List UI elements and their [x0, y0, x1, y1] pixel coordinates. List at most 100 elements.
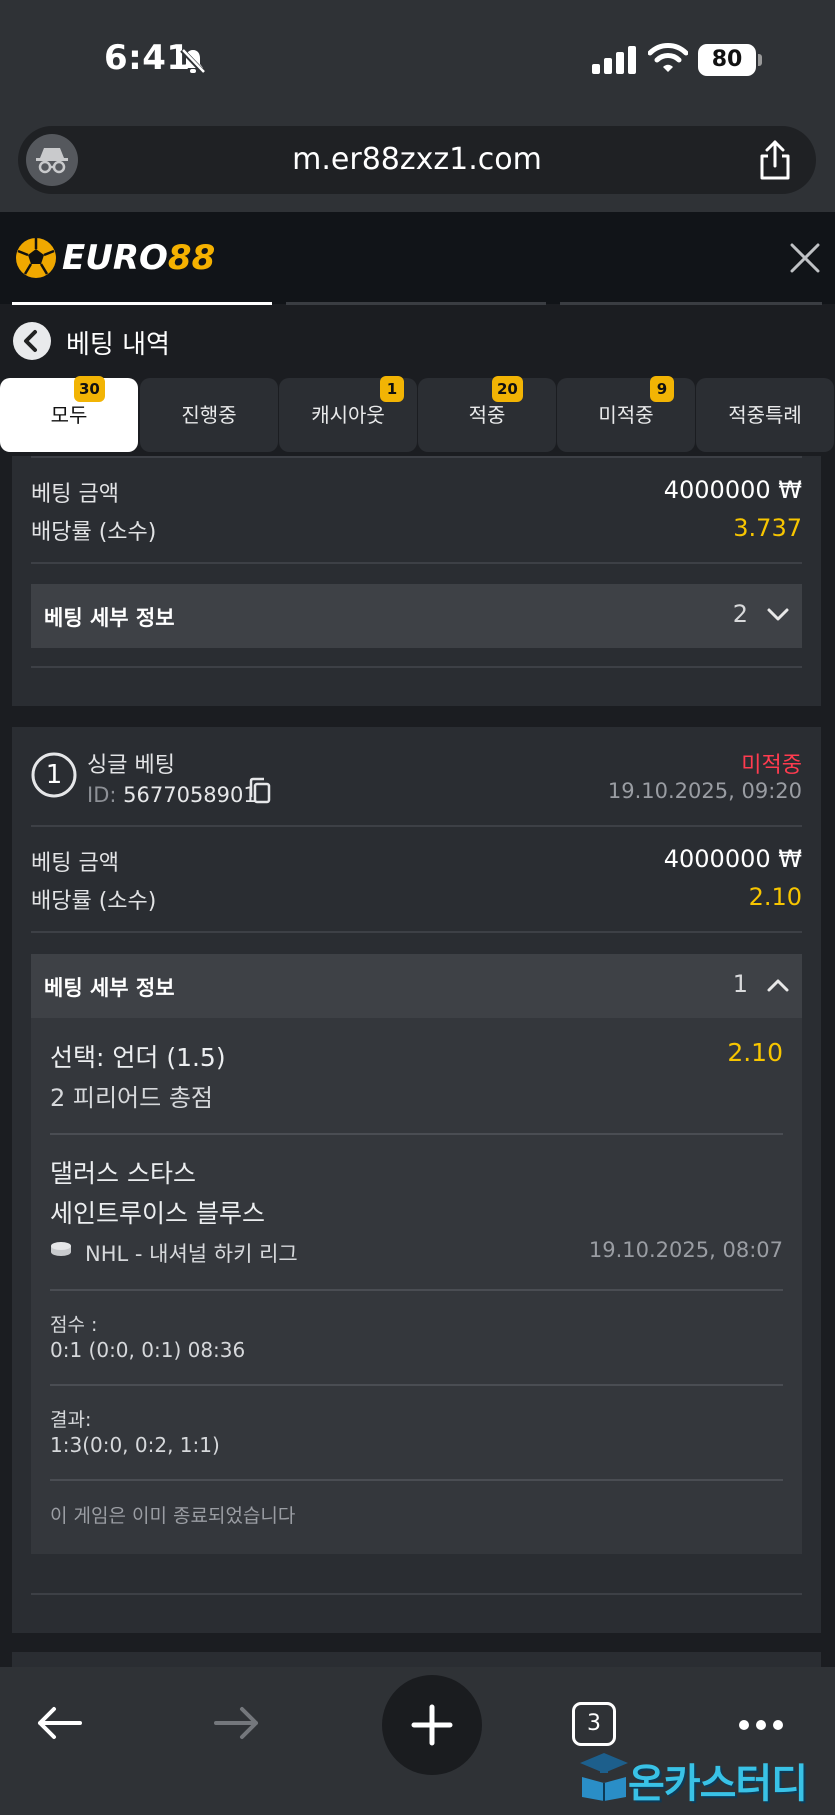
odds-label: 배당률 (소수)	[31, 520, 157, 545]
site-header: EURO88	[0, 212, 835, 304]
bet-id-value: 5677058901	[123, 783, 257, 807]
event-datetime: 19.10.2025, 08:07	[588, 1238, 783, 1262]
score-value: 0:1 (0:0, 0:1) 08:36	[50, 1338, 246, 1362]
hockey-puck-icon	[50, 1240, 72, 1262]
result-value: 1:3(0:0, 0:2, 1:1)	[50, 1433, 220, 1457]
bet-details-panel: 선택: 언더 (1.5) 2.10 2 피리어드 총점 댈러스 스타스 세인트루…	[31, 1018, 802, 1554]
url-text[interactable]: m.er88zxz1.com	[18, 126, 816, 194]
divider	[31, 562, 802, 564]
back-icon[interactable]	[36, 1705, 82, 1745]
tab-label: 미적중	[598, 403, 654, 427]
incognito-icon[interactable]	[26, 134, 78, 186]
count-badge: 9	[650, 376, 674, 402]
bet-details-toggle[interactable]: 베팅 세부 정보 2	[31, 584, 802, 648]
tab-lost[interactable]: 미적중 9	[557, 376, 695, 452]
tab-label: 진행중	[181, 403, 237, 427]
details-count: 1	[732, 970, 748, 998]
odds-value: 3.737	[733, 514, 802, 542]
tab-label: 캐시아웃	[311, 403, 385, 427]
divider	[50, 1289, 783, 1291]
close-icon[interactable]	[789, 242, 821, 278]
score-label: 점수 :	[50, 1314, 98, 1336]
bet-card: 1 싱글 베팅 ID: 5677058901 미적중 19.10.2025, 0…	[12, 727, 821, 1633]
battery-icon: 80	[698, 44, 756, 76]
address-bar[interactable]: m.er88zxz1.com	[18, 126, 816, 194]
logo-number: 88	[167, 238, 216, 278]
graduation-book-icon	[578, 1751, 630, 1805]
battery-level: 80	[711, 47, 743, 72]
tab-label: 모두	[50, 403, 88, 427]
bet-card: 베팅 금액 4000000 ₩ 배당률 (소수) 3.737 베팅 세부 정보 …	[12, 456, 821, 706]
wifi-icon	[647, 42, 689, 78]
divider	[50, 1479, 783, 1481]
watermark-text: 온카스터디	[628, 1761, 808, 1807]
browser-toolbar: m.er88zxz1.com	[0, 122, 835, 212]
chevron-down-icon	[766, 606, 790, 628]
soccer-ball-icon	[14, 236, 58, 284]
tab-label: 적중	[468, 403, 506, 427]
game-ended-note: 이 게임은 이미 종료되었습니다	[50, 1505, 296, 1527]
site-logo[interactable]: EURO88	[62, 238, 215, 278]
bet-id-label: ID:	[87, 783, 117, 807]
page-title: 베팅 내역	[66, 330, 170, 360]
bet-details-toggle[interactable]: 베팅 세부 정보 1	[31, 954, 802, 1018]
count-badge: 20	[492, 376, 523, 402]
bet-number: 1	[45, 760, 63, 790]
tab-cashout[interactable]: 캐시아웃 1	[279, 376, 417, 452]
team-away: 세인트루이스 블루스	[50, 1199, 265, 1228]
tab-count: 3	[587, 1711, 601, 1736]
divider	[31, 825, 802, 827]
filter-tabs: 모두 30 진행중 캐시아웃 1 적중 20 미적중 9 적중특례	[0, 376, 835, 454]
details-label: 베팅 세부 정보	[44, 606, 175, 630]
bet-datetime: 19.10.2025, 09:20	[607, 779, 802, 803]
more-icon[interactable]	[738, 1717, 784, 1736]
odds-value: 2.10	[748, 883, 802, 911]
forward-icon[interactable]	[214, 1705, 260, 1745]
header-tab-indicator-active	[12, 302, 272, 305]
new-tab-icon[interactable]	[382, 1675, 482, 1775]
market: 2 피리어드 총점	[50, 1084, 214, 1112]
tabs-icon[interactable]: 3	[572, 1702, 616, 1746]
odds-label: 배당률 (소수)	[31, 889, 157, 914]
divider	[31, 1593, 802, 1595]
tab-won[interactable]: 적중 20	[418, 376, 556, 452]
stake-label: 베팅 금액	[31, 851, 119, 876]
league: NHL - 내셔널 하키 리그	[85, 1242, 298, 1266]
count-badge: 30	[74, 376, 105, 402]
tab-in-progress[interactable]: 진행중	[140, 378, 278, 452]
browser-bottom-bar: 3 온카스터디	[0, 1667, 835, 1815]
divider	[50, 1384, 783, 1386]
signal-bars-icon	[592, 44, 636, 78]
share-icon[interactable]	[758, 140, 792, 184]
divider	[31, 666, 802, 668]
details-label: 베팅 세부 정보	[44, 976, 175, 1000]
bell-slash-icon	[178, 46, 208, 80]
bet-number-icon: 1	[30, 751, 78, 803]
page-header: 베팅 내역	[0, 306, 835, 372]
bet-id: ID: 5677058901	[87, 783, 257, 807]
divider	[31, 456, 802, 458]
stake-value: 4000000 ₩	[663, 845, 802, 873]
stake-label: 베팅 금액	[31, 482, 119, 507]
chevron-up-icon	[766, 976, 790, 998]
logo-euro: EURO	[62, 238, 168, 278]
back-arrow-icon[interactable]	[13, 322, 51, 360]
divider	[31, 931, 802, 933]
status-badge: 미적중	[741, 753, 802, 778]
result-label: 결과:	[50, 1409, 92, 1431]
team-home: 댈러스 스타스	[50, 1159, 196, 1188]
divider	[50, 1133, 783, 1135]
selection: 선택: 언더 (1.5)	[50, 1043, 226, 1072]
tab-special[interactable]: 적중특례	[696, 378, 834, 452]
header-tab-indicator	[286, 302, 546, 305]
tab-all[interactable]: 모두 30	[0, 376, 138, 452]
copy-icon[interactable]	[248, 777, 272, 809]
bet-type: 싱글 베팅	[87, 753, 175, 778]
tab-label: 적중특례	[728, 403, 802, 427]
details-count: 2	[732, 600, 748, 628]
battery-nub	[758, 54, 762, 66]
stake-value: 4000000 ₩	[663, 476, 802, 504]
count-badge: 1	[380, 376, 404, 402]
selection-odds: 2.10	[727, 1038, 783, 1067]
header-tab-indicator	[560, 302, 822, 305]
